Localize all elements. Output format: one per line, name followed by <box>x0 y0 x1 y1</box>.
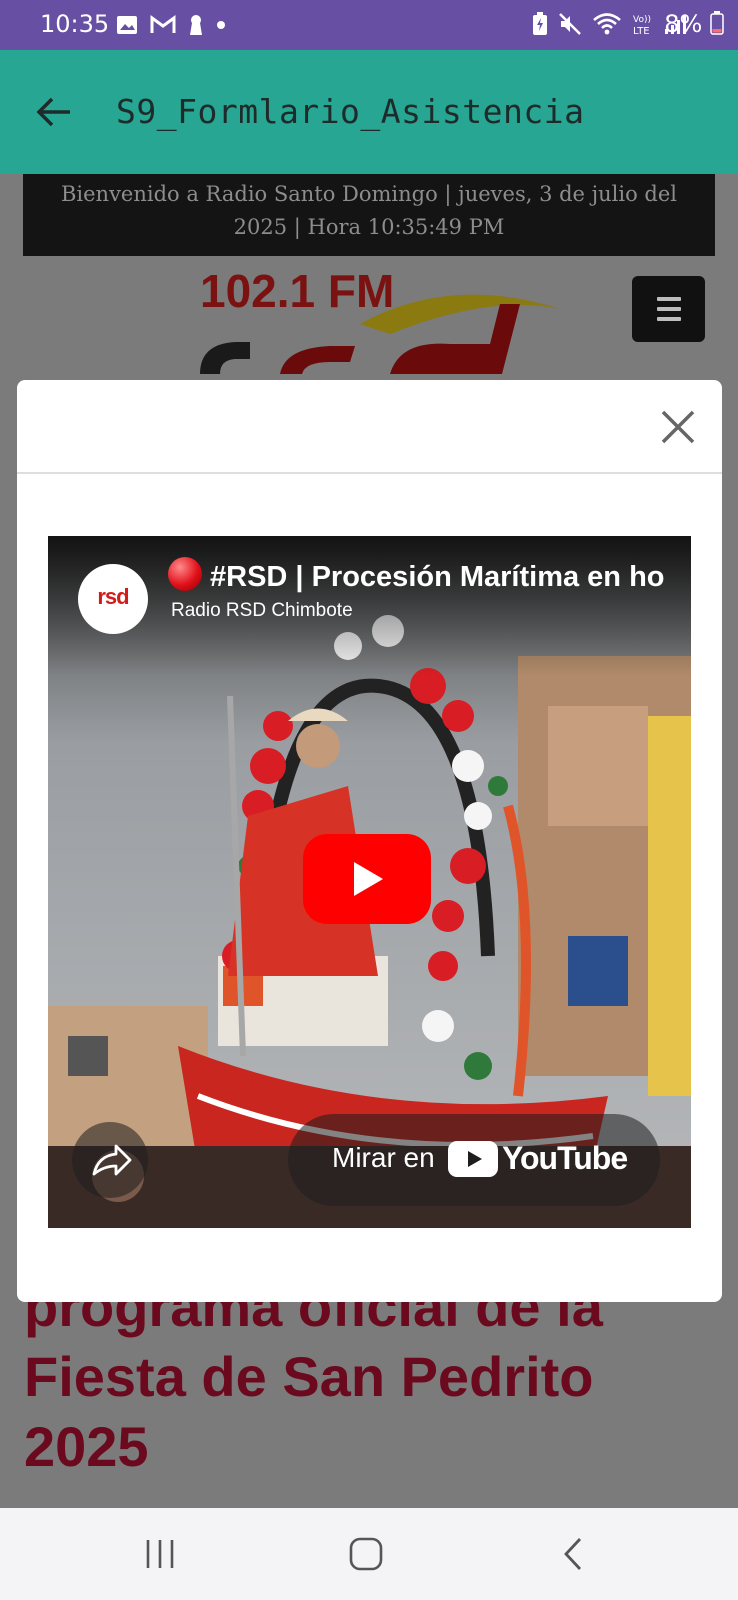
menu-bar-1 <box>657 297 681 301</box>
video-modal: rsd #RSD | Procesión Marítima en ho Radi… <box>17 380 722 1302</box>
share-button[interactable] <box>72 1122 148 1198</box>
modal-header <box>17 380 722 474</box>
app-title: S9_Formlario_Asistencia <box>116 92 585 131</box>
dot-icon <box>217 21 225 29</box>
gmail-icon <box>150 15 176 33</box>
close-icon[interactable] <box>657 406 699 448</box>
svg-text:Vo)): Vo)) <box>633 15 651 25</box>
watch-on-label: Mirar en <box>332 1142 435 1173</box>
menu-bar-3 <box>657 317 681 321</box>
system-icons: Vo)) LTE <box>532 12 686 36</box>
video-channel-name[interactable]: Radio RSD Chimbote <box>171 600 353 622</box>
image-icon <box>117 16 137 34</box>
battery-text: 8% <box>664 10 703 38</box>
battery-percent: 8% <box>664 10 724 38</box>
article-headline[interactable]: programa oficial de la Fiesta de San Ped… <box>24 1272 724 1482</box>
keyhole-icon <box>190 15 202 35</box>
headline-line-2: Fiesta de San Pedrito <box>24 1345 594 1408</box>
app-bar: S9_Formlario_Asistencia <box>0 50 738 174</box>
mute-icon <box>559 13 581 35</box>
volte-icon: Vo))LTE <box>633 15 651 36</box>
share-icon <box>92 1144 132 1176</box>
wifi-icon <box>593 13 621 35</box>
back-arrow-icon[interactable] <box>32 90 76 134</box>
youtube-play-icon <box>448 1140 498 1177</box>
play-button-icon[interactable] <box>303 834 431 924</box>
recent-apps-icon[interactable] <box>140 1534 180 1574</box>
headline-line-3: 2025 <box>24 1415 149 1478</box>
video-title[interactable]: #RSD | Procesión Marítima en ho <box>168 556 668 594</box>
hamburger-menu-button[interactable] <box>632 276 705 342</box>
live-red-circle-icon <box>168 557 202 591</box>
svg-text:LTE: LTE <box>633 26 650 36</box>
status-time: 10:35 <box>40 10 110 38</box>
menu-bar-2 <box>657 307 681 311</box>
youtube-logo: YouTube <box>448 1140 628 1177</box>
youtube-wordmark: YouTube <box>502 1140 628 1176</box>
battery-saver-icon <box>533 12 547 35</box>
battery-icon <box>710 11 724 35</box>
watch-on-youtube-button[interactable]: Mirar en YouTube <box>288 1114 660 1206</box>
notification-icons <box>116 14 226 36</box>
back-nav-icon[interactable] <box>554 1534 594 1574</box>
welcome-line-2: 2025 | Hora 10:35:49 PM <box>233 215 505 239</box>
logo-swoosh <box>200 294 560 374</box>
channel-avatar[interactable]: rsd <box>78 564 148 634</box>
welcome-line-1: Bienvenido a Radio Santo Domingo | jueve… <box>60 182 678 206</box>
site-logo[interactable]: 102.1 FM <box>190 264 570 374</box>
system-nav-bar <box>0 1508 738 1600</box>
status-bar: 10:35 Vo)) LTE 8% <box>0 0 738 50</box>
avatar-logo-text: rsd <box>97 584 129 609</box>
youtube-embed[interactable]: rsd #RSD | Procesión Marítima en ho Radi… <box>48 536 691 1228</box>
welcome-bar: Bienvenido a Radio Santo Domingo | jueve… <box>23 174 715 256</box>
home-icon[interactable] <box>346 1534 386 1574</box>
video-title-text: #RSD | Procesión Marítima en ho <box>210 561 665 593</box>
